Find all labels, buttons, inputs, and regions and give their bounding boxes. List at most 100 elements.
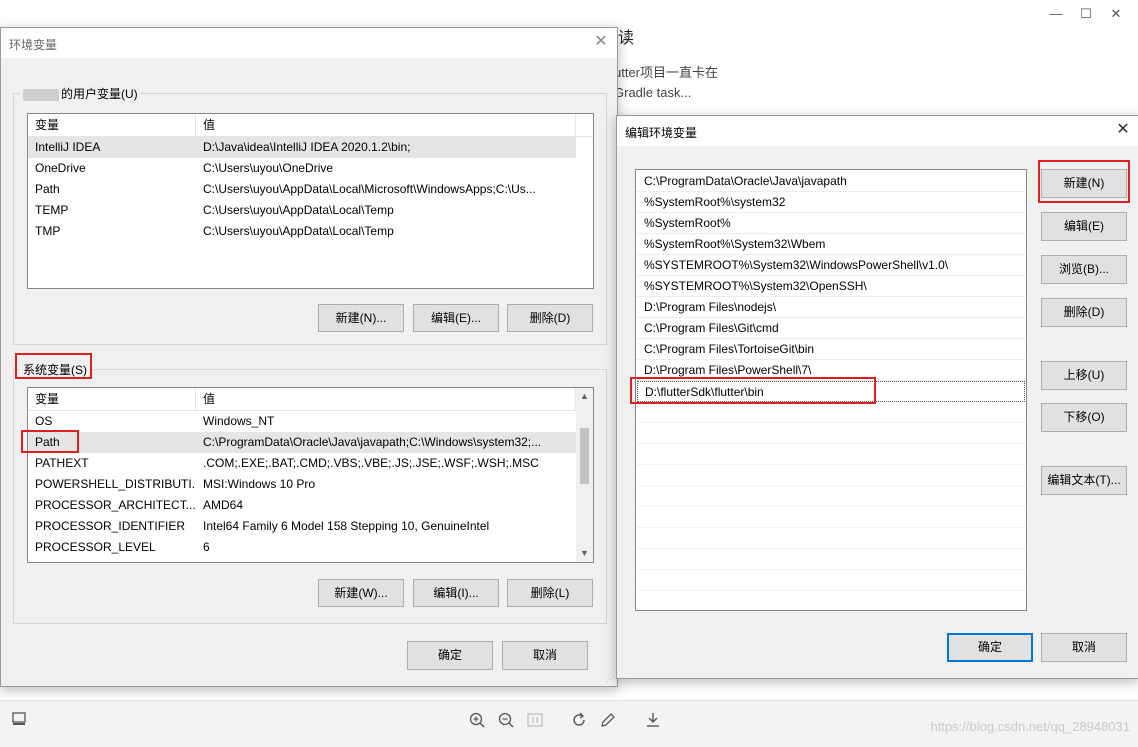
variable-value: MSI:Windows 10 Pro	[203, 477, 316, 491]
path-entry[interactable]: C:\ProgramData\Oracle\Java\javapath	[637, 171, 1025, 192]
list-header: 变量 值	[28, 114, 593, 137]
zoom-in-icon[interactable]	[466, 711, 488, 733]
edit-path-button[interactable]: 编辑(E)	[1041, 212, 1127, 241]
minimize-icon[interactable]: —	[1046, 4, 1066, 24]
scroll-up-icon[interactable]: ▲	[576, 388, 593, 405]
variable-name: PROCESSOR_IDENTIFIER	[35, 519, 186, 533]
watermark: https://blog.csdn.net/qq_28948031	[930, 719, 1131, 734]
system-variables-label: 系统变量(S)	[20, 361, 90, 378]
column-header-value[interactable]: 值	[196, 114, 576, 136]
table-row[interactable]: Path C:\Users\uyou\AppData\Local\Microsof…	[28, 179, 576, 200]
environment-variables-dialog: 环境变量 ✕ 的用户变量(U) 变量 值 IntelliJ IDEA D:\Jav…	[0, 27, 618, 687]
list-header: 变量 值	[28, 388, 593, 411]
move-up-button[interactable]: 上移(U)	[1041, 361, 1127, 390]
table-row[interactable]: Path C:\ProgramData\Oracle\Java\javapath;…	[28, 432, 576, 453]
close-icon[interactable]: ✕	[1113, 120, 1133, 140]
path-entry[interactable]: %SYSTEMROOT%\System32\OpenSSH\	[637, 276, 1025, 297]
blog-heading-fragment: 读	[618, 30, 635, 47]
zoom-out-icon[interactable]	[495, 711, 517, 733]
move-down-button[interactable]: 下移(O)	[1041, 403, 1127, 432]
actual-size-icon[interactable]	[524, 711, 546, 733]
table-row[interactable]: PROCESSOR_ARCHITECT... AMD64	[28, 495, 576, 516]
empty-row	[637, 507, 1025, 528]
variable-name: OS	[35, 414, 53, 428]
table-row[interactable]: PROCESSOR_LEVEL 6	[28, 537, 576, 558]
edit-environment-variable-dialog: 编辑环境变量 ✕ C:\ProgramData\Oracle\Java\java…	[616, 115, 1138, 679]
column-header-variable[interactable]: 变量	[28, 388, 196, 410]
system-variables-group: 系统变量(S) 变量 值 OS Windows_NT Path C:\ProgramD…	[13, 361, 607, 624]
path-entries-list[interactable]: C:\ProgramData\Oracle\Java\javapath %Syst…	[635, 169, 1027, 611]
panel-icon[interactable]	[8, 711, 30, 733]
download-icon[interactable]	[642, 711, 664, 733]
system-edit-button[interactable]: 编辑(I)...	[413, 579, 499, 607]
user-new-button[interactable]: 新建(N)...	[318, 304, 404, 332]
variable-value: 6	[203, 540, 210, 554]
empty-row	[637, 402, 1025, 423]
table-row[interactable]: OS Windows_NT	[28, 411, 576, 432]
table-row[interactable]: TMP C:\Users\uyou\AppData\Local\Temp	[28, 221, 576, 242]
path-entry[interactable]: %SystemRoot%\system32	[637, 192, 1025, 213]
user-edit-button[interactable]: 编辑(E)...	[413, 304, 499, 332]
path-entry[interactable]: D:\Program Files\PowerShell\7\	[637, 360, 1025, 381]
column-header-variable[interactable]: 变量	[28, 114, 196, 136]
user-delete-button[interactable]: 删除(D)	[507, 304, 593, 332]
table-row[interactable]: POWERSHELL_DISTRIBUTI... MSI:Windows 10 P…	[28, 474, 576, 495]
ok-button[interactable]: 确定	[947, 633, 1033, 662]
system-new-button[interactable]: 新建(W)...	[318, 579, 404, 607]
cancel-button[interactable]: 取消	[502, 641, 588, 670]
empty-row	[637, 423, 1025, 444]
variable-value: .COM;.EXE;.BAT;.CMD;.VBS;.VBE;.JS;.JSE;.…	[203, 456, 539, 470]
table-row[interactable]: PATHEXT .COM;.EXE;.BAT;.CMD;.VBS;.VBE;.JS…	[28, 453, 576, 474]
blog-line-1: utter项目一直卡在	[614, 65, 719, 80]
delete-path-button[interactable]: 删除(D)	[1041, 298, 1127, 327]
maximize-icon[interactable]: ☐	[1076, 4, 1096, 24]
variable-value: C:\Users\uyou\AppData\Local\Temp	[203, 224, 394, 238]
variable-name: PROCESSOR_ARCHITECT...	[35, 498, 195, 512]
path-entry[interactable]: %SystemRoot%	[637, 213, 1025, 234]
cancel-button[interactable]: 取消	[1041, 633, 1127, 662]
variable-name: PROCESSOR_LEVEL	[35, 540, 156, 554]
path-entry-editing[interactable]: D:\flutterSdk\flutter\bin	[637, 381, 1025, 402]
path-entry[interactable]: %SystemRoot%\System32\Wbem	[637, 234, 1025, 255]
table-row[interactable]: PROCESSOR_IDENTIFIER Intel64 Family 6 Mod…	[28, 516, 576, 537]
dialog-title: 编辑环境变量	[625, 126, 698, 140]
scrollbar-thumb[interactable]	[580, 428, 589, 484]
close-icon[interactable]: ✕	[591, 32, 611, 52]
variable-value: C:\Users\uyou\AppData\Local\Temp	[203, 203, 394, 217]
system-list-scrollbar[interactable]: ▲ ▼	[576, 388, 593, 562]
ok-button[interactable]: 确定	[407, 641, 493, 670]
path-entry[interactable]: C:\Program Files\Git\cmd	[637, 318, 1025, 339]
resize-grip-icon[interactable]: ⋰	[606, 675, 615, 684]
variable-name: Path	[35, 435, 60, 449]
variable-name: POWERSHELL_DISTRIBUTI...	[35, 477, 195, 491]
table-row[interactable]: IntelliJ IDEA D:\Java\idea\IntelliJ IDEA …	[28, 137, 576, 158]
variable-value: C:\Users\uyou\OneDrive	[203, 161, 334, 175]
variable-value: Intel64 Family 6 Model 158 Stepping 10, …	[203, 519, 490, 533]
user-variables-list[interactable]: 变量 值 IntelliJ IDEA D:\Java\idea\IntelliJ …	[27, 113, 594, 289]
empty-row	[637, 570, 1025, 591]
table-row[interactable]: TEMP C:\Users\uyou\AppData\Local\Temp	[28, 200, 576, 221]
table-row[interactable]: OneDrive C:\Users\uyou\OneDrive	[28, 158, 576, 179]
empty-row	[637, 486, 1025, 507]
system-delete-button[interactable]: 删除(L)	[507, 579, 593, 607]
close-icon[interactable]: ✕	[1106, 4, 1126, 24]
column-header-value[interactable]: 值	[196, 388, 576, 410]
scroll-down-icon[interactable]: ▼	[576, 545, 593, 562]
edit-text-button[interactable]: 编辑文本(T)...	[1041, 466, 1127, 495]
variable-value: C:\ProgramData\Oracle\Java\javapath;C:\W…	[203, 435, 542, 449]
empty-row	[637, 465, 1025, 486]
path-entry[interactable]: D:\Program Files\nodejs\	[637, 297, 1025, 318]
username-redacted	[23, 88, 59, 101]
browse-button[interactable]: 浏览(B)...	[1041, 255, 1127, 284]
path-entry[interactable]: %SYSTEMROOT%\System32\WindowsPowerShell\…	[637, 255, 1025, 276]
dialog-titlebar: 编辑环境变量 ✕	[617, 116, 1138, 146]
new-path-button[interactable]: 新建(N)	[1041, 169, 1127, 198]
user-variables-label: 的用户变量(U)	[20, 85, 141, 102]
path-entry[interactable]: C:\Program Files\TortoiseGit\bin	[637, 339, 1025, 360]
variable-name: PATHEXT	[35, 456, 89, 470]
rotate-icon[interactable]	[568, 711, 590, 733]
system-variables-list[interactable]: 变量 值 OS Windows_NT Path C:\ProgramData\Orac…	[27, 387, 594, 563]
edit-pen-icon[interactable]	[597, 711, 619, 733]
blog-line-2: Gradle task...	[614, 85, 692, 100]
dialog-titlebar: 环境变量 ✕	[1, 28, 617, 58]
